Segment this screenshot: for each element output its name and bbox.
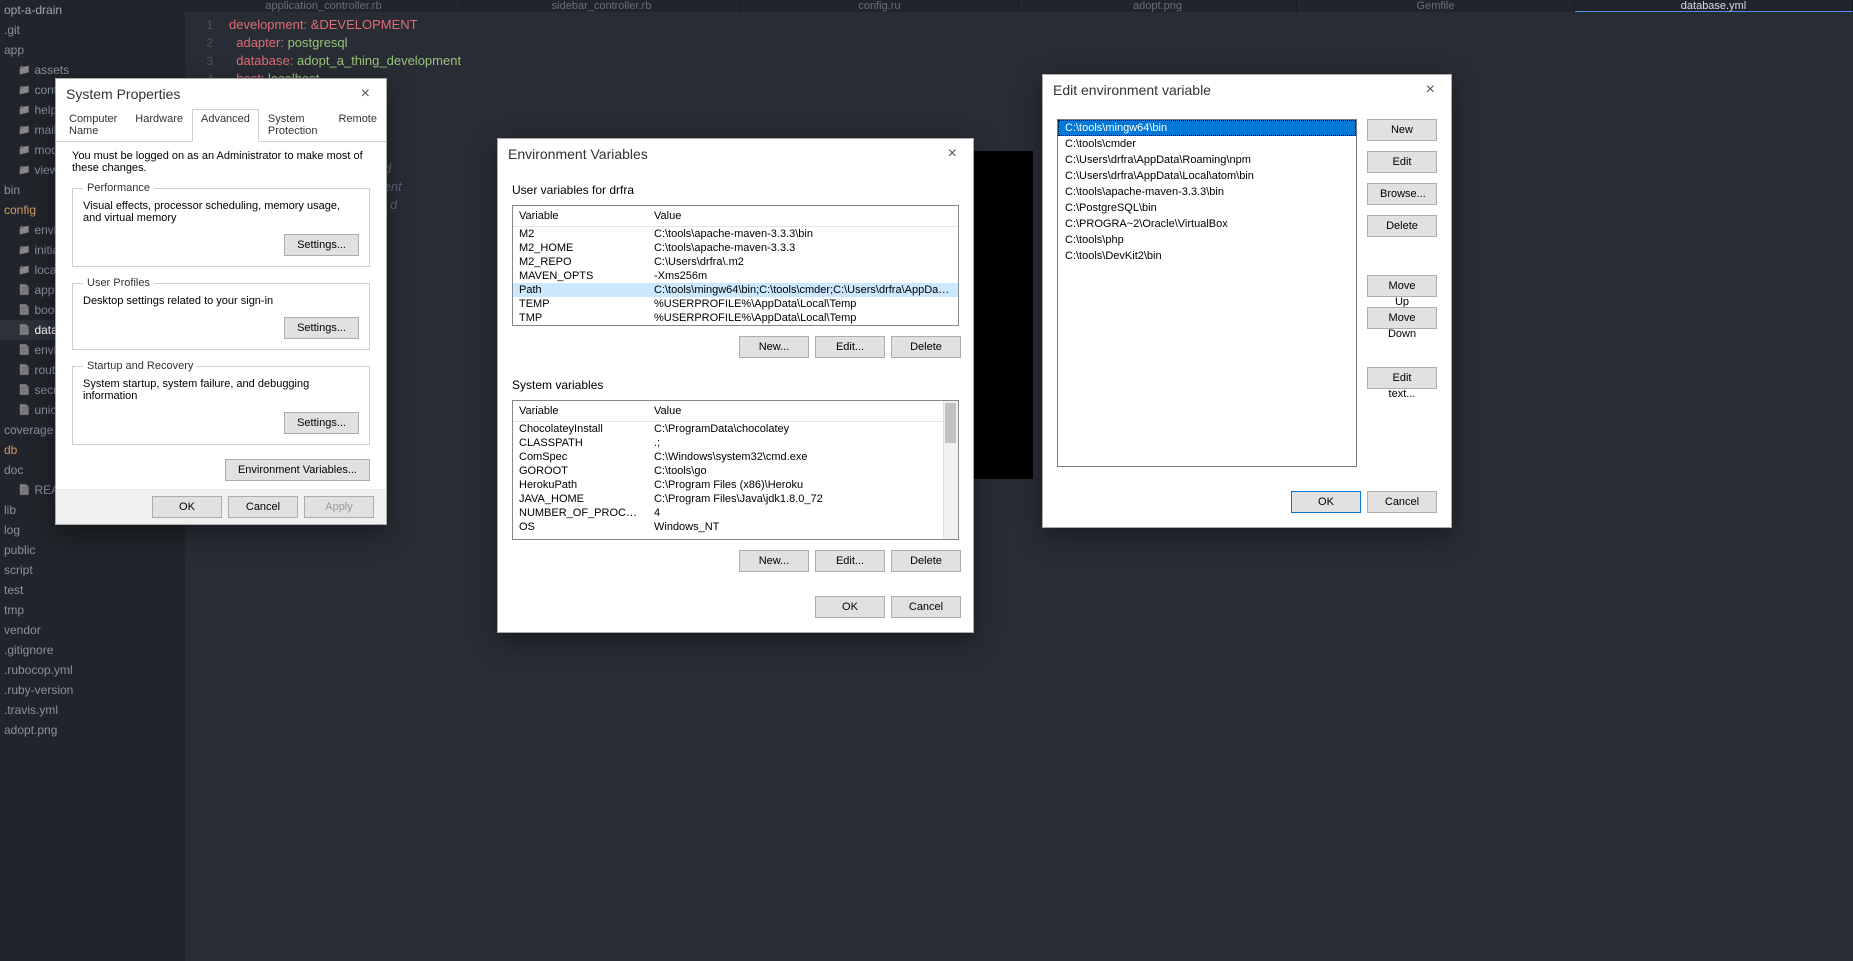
tree-item[interactable]: adopt.png: [0, 720, 185, 740]
tree-item[interactable]: public: [0, 540, 185, 560]
startup-recovery-text: System startup, system failure, and debu…: [83, 378, 359, 402]
sys-new-button[interactable]: New...: [739, 550, 809, 572]
sysprops-tab[interactable]: Hardware: [126, 109, 192, 141]
table-row[interactable]: OSWindows_NT: [513, 520, 958, 534]
table-row[interactable]: HerokuPathC:\Program Files (x86)\Heroku: [513, 478, 958, 492]
performance-group: Performance Visual effects, processor sc…: [72, 182, 370, 267]
user-delete-button[interactable]: Delete: [891, 336, 961, 358]
sys-delete-button[interactable]: Delete: [891, 550, 961, 572]
table-row[interactable]: TMP%USERPROFILE%\AppData\Local\Temp: [513, 311, 958, 325]
editor-tab-bar: application_controller.rbsidebar_control…: [185, 0, 1853, 12]
table-row[interactable]: M2C:\tools\apache-maven-3.3.3\bin: [513, 227, 958, 241]
tree-item[interactable]: script: [0, 560, 185, 580]
sys-vars-list[interactable]: Variable Value ChocolateyInstallC:\Progr…: [512, 400, 959, 540]
move-down-button[interactable]: Move Down: [1367, 307, 1437, 329]
tree-item[interactable]: .git: [0, 20, 185, 40]
user-vars-list[interactable]: Variable Value M2C:\tools\apache-maven-3…: [512, 205, 959, 326]
cancel-button[interactable]: Cancel: [1367, 491, 1437, 513]
path-entries-list[interactable]: C:\tools\mingw64\binC:\tools\cmderC:\Use…: [1057, 119, 1357, 467]
user-profiles-settings-button[interactable]: Settings...: [284, 317, 359, 339]
ok-button[interactable]: OK: [815, 596, 885, 618]
tree-item[interactable]: test: [0, 580, 185, 600]
new-button[interactable]: New: [1367, 119, 1437, 141]
tree-item[interactable]: .rubocop.yml: [0, 660, 185, 680]
editor-tab[interactable]: application_controller.rb: [185, 0, 463, 12]
table-row[interactable]: ChocolateyInstallC:\ProgramData\chocolat…: [513, 422, 958, 436]
move-up-button[interactable]: Move Up: [1367, 275, 1437, 297]
table-row[interactable]: M2_REPOC:\Users\drfra\.m2: [513, 255, 958, 269]
close-icon[interactable]: ×: [942, 145, 963, 163]
sys-edit-button[interactable]: Edit...: [815, 550, 885, 572]
performance-settings-button[interactable]: Settings...: [284, 234, 359, 256]
delete-button[interactable]: Delete: [1367, 215, 1437, 237]
table-row[interactable]: CLASSPATH.;: [513, 436, 958, 450]
scrollbar[interactable]: [943, 401, 958, 539]
admin-note: You must be logged on as an Administrato…: [60, 142, 382, 176]
table-row[interactable]: TEMP%USERPROFILE%\AppData\Local\Temp: [513, 297, 958, 311]
startup-settings-button[interactable]: Settings...: [284, 412, 359, 434]
sysprops-tab[interactable]: Advanced: [192, 109, 259, 142]
cancel-button[interactable]: Cancel: [891, 596, 961, 618]
user-vars-label: User variables for drfra: [498, 169, 973, 201]
tree-item[interactable]: vendor: [0, 620, 185, 640]
sysprops-tabs: Computer NameHardwareAdvancedSystem Prot…: [56, 109, 386, 142]
env-variables-dialog: Environment Variables × User variables f…: [497, 138, 974, 633]
table-row[interactable]: MAVEN_OPTS-Xms256m: [513, 269, 958, 283]
editor-tab[interactable]: database.yml: [1575, 0, 1853, 12]
editor-tab[interactable]: config.ru: [741, 0, 1019, 12]
path-entry[interactable]: C:\tools\apache-maven-3.3.3\bin: [1058, 184, 1356, 200]
dialog-title: Environment Variables: [508, 146, 648, 162]
startup-recovery-group: Startup and Recovery System startup, sys…: [72, 360, 370, 445]
table-row[interactable]: ComSpecC:\Windows\system32\cmd.exe: [513, 450, 958, 464]
table-row[interactable]: PathC:\tools\mingw64\bin;C:\tools\cmder;…: [513, 283, 958, 297]
path-entry[interactable]: C:\Users\drfra\AppData\Local\atom\bin: [1058, 168, 1356, 184]
apply-button[interactable]: Apply: [304, 496, 374, 518]
dialog-title: System Properties: [66, 86, 180, 102]
tree-item[interactable]: .travis.yml: [0, 700, 185, 720]
table-row[interactable]: JAVA_HOMEC:\Program Files\Java\jdk1.8.0_…: [513, 492, 958, 506]
cancel-button[interactable]: Cancel: [228, 496, 298, 518]
path-entry[interactable]: C:\PROGRA~2\Oracle\VirtualBox: [1058, 216, 1356, 232]
editor-tab[interactable]: sidebar_controller.rb: [463, 0, 741, 12]
sysprops-tab[interactable]: System Protection: [259, 109, 330, 141]
dialog-title: Edit environment variable: [1053, 82, 1211, 98]
edit-env-dialog: Edit environment variable × C:\tools\min…: [1042, 74, 1452, 528]
user-new-button[interactable]: New...: [739, 336, 809, 358]
ok-button[interactable]: OK: [1291, 491, 1361, 513]
close-icon[interactable]: ×: [355, 85, 376, 103]
tree-item[interactable]: .gitignore: [0, 640, 185, 660]
tree-item[interactable]: assets: [0, 60, 185, 80]
path-entry[interactable]: C:\tools\mingw64\bin: [1058, 120, 1356, 136]
sysprops-tab[interactable]: Remote: [329, 109, 386, 141]
ok-button[interactable]: OK: [152, 496, 222, 518]
tree-item[interactable]: app: [0, 40, 185, 60]
path-entry[interactable]: C:\tools\php: [1058, 232, 1356, 248]
path-entry[interactable]: C:\Users\drfra\AppData\Roaming\npm: [1058, 152, 1356, 168]
editor-tab[interactable]: adopt.png: [1019, 0, 1297, 12]
close-icon[interactable]: ×: [1420, 81, 1441, 99]
tree-item[interactable]: .ruby-version: [0, 680, 185, 700]
user-edit-button[interactable]: Edit...: [815, 336, 885, 358]
env-variables-button[interactable]: Environment Variables...: [225, 459, 370, 481]
path-entry[interactable]: C:\PostgreSQL\bin: [1058, 200, 1356, 216]
path-entry[interactable]: C:\tools\cmder: [1058, 136, 1356, 152]
sysprops-tab[interactable]: Computer Name: [60, 109, 126, 141]
browse-button[interactable]: Browse...: [1367, 183, 1437, 205]
user-profiles-text: Desktop settings related to your sign-in: [83, 295, 359, 307]
table-row[interactable]: GOROOTC:\tools\go: [513, 464, 958, 478]
table-row[interactable]: NUMBER_OF_PROCESSORS4: [513, 506, 958, 520]
table-row[interactable]: M2_HOMEC:\tools\apache-maven-3.3.3: [513, 241, 958, 255]
edit-text-button[interactable]: Edit text...: [1367, 367, 1437, 389]
sys-vars-label: System variables: [498, 364, 973, 396]
editor-tab[interactable]: Gemfile: [1297, 0, 1575, 12]
path-entry[interactable]: C:\tools\DevKit2\bin: [1058, 248, 1356, 264]
performance-text: Visual effects, processor scheduling, me…: [83, 200, 359, 224]
dialog-title-bar: System Properties ×: [56, 79, 386, 109]
tree-item[interactable]: tmp: [0, 600, 185, 620]
edit-button[interactable]: Edit: [1367, 151, 1437, 173]
tree-root[interactable]: opt-a-drain: [0, 0, 185, 20]
system-properties-dialog: System Properties × Computer NameHardwar…: [55, 78, 387, 525]
user-profiles-group: User Profiles Desktop settings related t…: [72, 277, 370, 350]
